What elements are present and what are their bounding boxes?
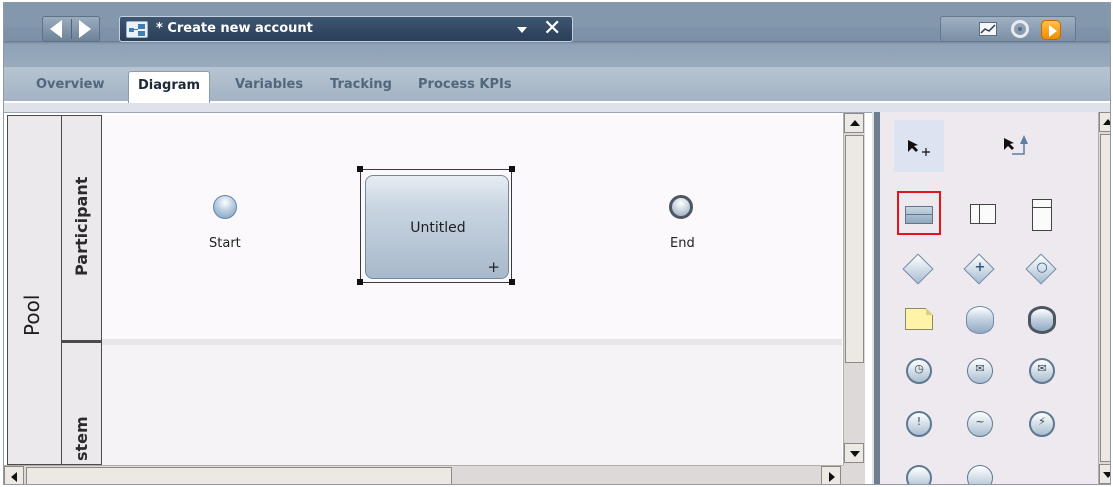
process-editor-window: * Create new account ✕ Overview Diagram … [3, 2, 1111, 485]
gateway-tool[interactable] [897, 248, 941, 292]
scroll-left-button[interactable] [4, 466, 24, 484]
note-icon [905, 308, 933, 330]
note-tool[interactable] [897, 298, 941, 342]
process-selector[interactable]: * Create new account ✕ [119, 16, 573, 42]
end-event-tool[interactable] [1020, 298, 1064, 342]
inclusive-gateway-tool[interactable]: ○ [1020, 248, 1064, 292]
lightning-icon: ⚡ [1038, 415, 1046, 428]
vertical-scrollbar[interactable] [843, 113, 865, 465]
lane-header-system[interactable]: stem [62, 341, 102, 465]
scroll-up-button[interactable] [1099, 112, 1110, 132]
chevron-down-icon[interactable] [517, 27, 527, 33]
select-move-icon [908, 140, 930, 156]
lane-system[interactable] [102, 345, 842, 465]
resize-handle[interactable] [357, 279, 363, 285]
diagram-canvas[interactable]: Pool Participant stem Start Untitled + E… [4, 112, 872, 484]
plus-icon: + [974, 260, 986, 275]
tab-process-kpis[interactable]: Process KPIs [418, 77, 512, 92]
parallel-gateway-tool[interactable]: + [958, 248, 1002, 292]
lane-header-participant[interactable]: Participant [62, 115, 102, 341]
scroll-thumb[interactable] [1100, 134, 1110, 462]
chart-icon[interactable] [979, 22, 997, 36]
title-bar: * Create new account ✕ [4, 3, 1110, 67]
process-diagram-icon [126, 21, 148, 38]
message-event-tool[interactable]: ✉ [958, 349, 1002, 393]
start-event-label: Start [209, 236, 241, 251]
horizontal-scrollbar[interactable] [4, 465, 843, 484]
start-event-tool[interactable] [958, 298, 1002, 342]
forward-arrow-icon[interactable] [79, 20, 91, 38]
column-tool[interactable] [1020, 191, 1064, 235]
connect-tool[interactable] [992, 124, 1036, 168]
timer-event-tool[interactable]: ◷ [897, 349, 941, 393]
scroll-down-button[interactable] [1099, 464, 1110, 484]
lane-tool[interactable] [897, 191, 941, 235]
scroll-thumb[interactable] [26, 467, 452, 484]
right-toolbar [940, 16, 1076, 42]
shape-palette: + ○ ◷ ✉ ✉ ! ~ ⚡ [874, 112, 1110, 484]
palette-scrollbar[interactable] [1098, 112, 1110, 484]
scroll-down-button[interactable] [844, 443, 864, 463]
tab-variables[interactable]: Variables [235, 77, 303, 92]
envelope-icon: ✉ [975, 362, 985, 375]
task-label: Untitled [410, 220, 466, 236]
cancel-event-tool[interactable] [958, 456, 1002, 484]
pool-label: Pool [20, 294, 44, 336]
end-event-icon [1028, 306, 1056, 334]
cancel-event-icon [967, 465, 993, 484]
error-event-tool[interactable]: ⚡ [1020, 402, 1064, 446]
expand-plus-icon[interactable]: + [487, 258, 500, 276]
run-play-icon[interactable] [1041, 20, 1061, 40]
lane-icon [905, 206, 933, 224]
circle-icon: ○ [1036, 260, 1048, 275]
link-event-tool[interactable]: ~ [958, 402, 1002, 446]
start-event-icon [966, 306, 994, 334]
select-move-tool[interactable] [894, 120, 944, 172]
scroll-thumb[interactable] [845, 135, 864, 363]
close-icon[interactable]: ✕ [543, 16, 561, 42]
resize-handle[interactable] [509, 279, 515, 285]
lane-label-participant: Participant [72, 176, 91, 276]
task-untitled[interactable]: Untitled + [365, 175, 509, 279]
timer-end-tool[interactable] [897, 456, 941, 484]
scroll-up-button[interactable] [844, 113, 864, 133]
back-arrow-icon[interactable] [50, 20, 62, 38]
signal-event-tool[interactable]: ! [897, 402, 941, 446]
pool-icon [970, 204, 996, 224]
tab-overview[interactable]: Overview [36, 77, 105, 92]
pool-tool[interactable] [958, 191, 1002, 235]
start-event[interactable] [213, 195, 237, 219]
resize-handle[interactable] [357, 166, 363, 172]
end-event[interactable] [669, 195, 693, 219]
timer-end-icon [906, 465, 932, 484]
pool-header[interactable]: Pool [7, 115, 62, 465]
lane-label-system: stem [72, 416, 91, 461]
tab-diagram[interactable]: Diagram [128, 71, 211, 103]
gear-icon[interactable] [1011, 20, 1029, 38]
process-title: * Create new account [156, 21, 313, 36]
scroll-right-button[interactable] [821, 466, 841, 484]
resize-handle[interactable] [509, 166, 515, 172]
connect-icon [1004, 135, 1028, 155]
flag-icon: ! [916, 415, 922, 428]
tab-bar: Overview Diagram Variables Tracking Proc… [4, 67, 1110, 103]
clock-icon: ◷ [914, 362, 924, 375]
wave-icon: ~ [975, 415, 985, 428]
tab-tracking[interactable]: Tracking [330, 77, 392, 92]
end-event-label: End [670, 236, 695, 251]
history-nav [42, 16, 100, 42]
scroll-corner [843, 465, 865, 484]
gateway-icon [902, 253, 934, 285]
message-end-tool[interactable]: ✉ [1020, 349, 1064, 393]
envelope-icon: ✉ [1037, 362, 1047, 375]
column-icon [1032, 199, 1052, 231]
